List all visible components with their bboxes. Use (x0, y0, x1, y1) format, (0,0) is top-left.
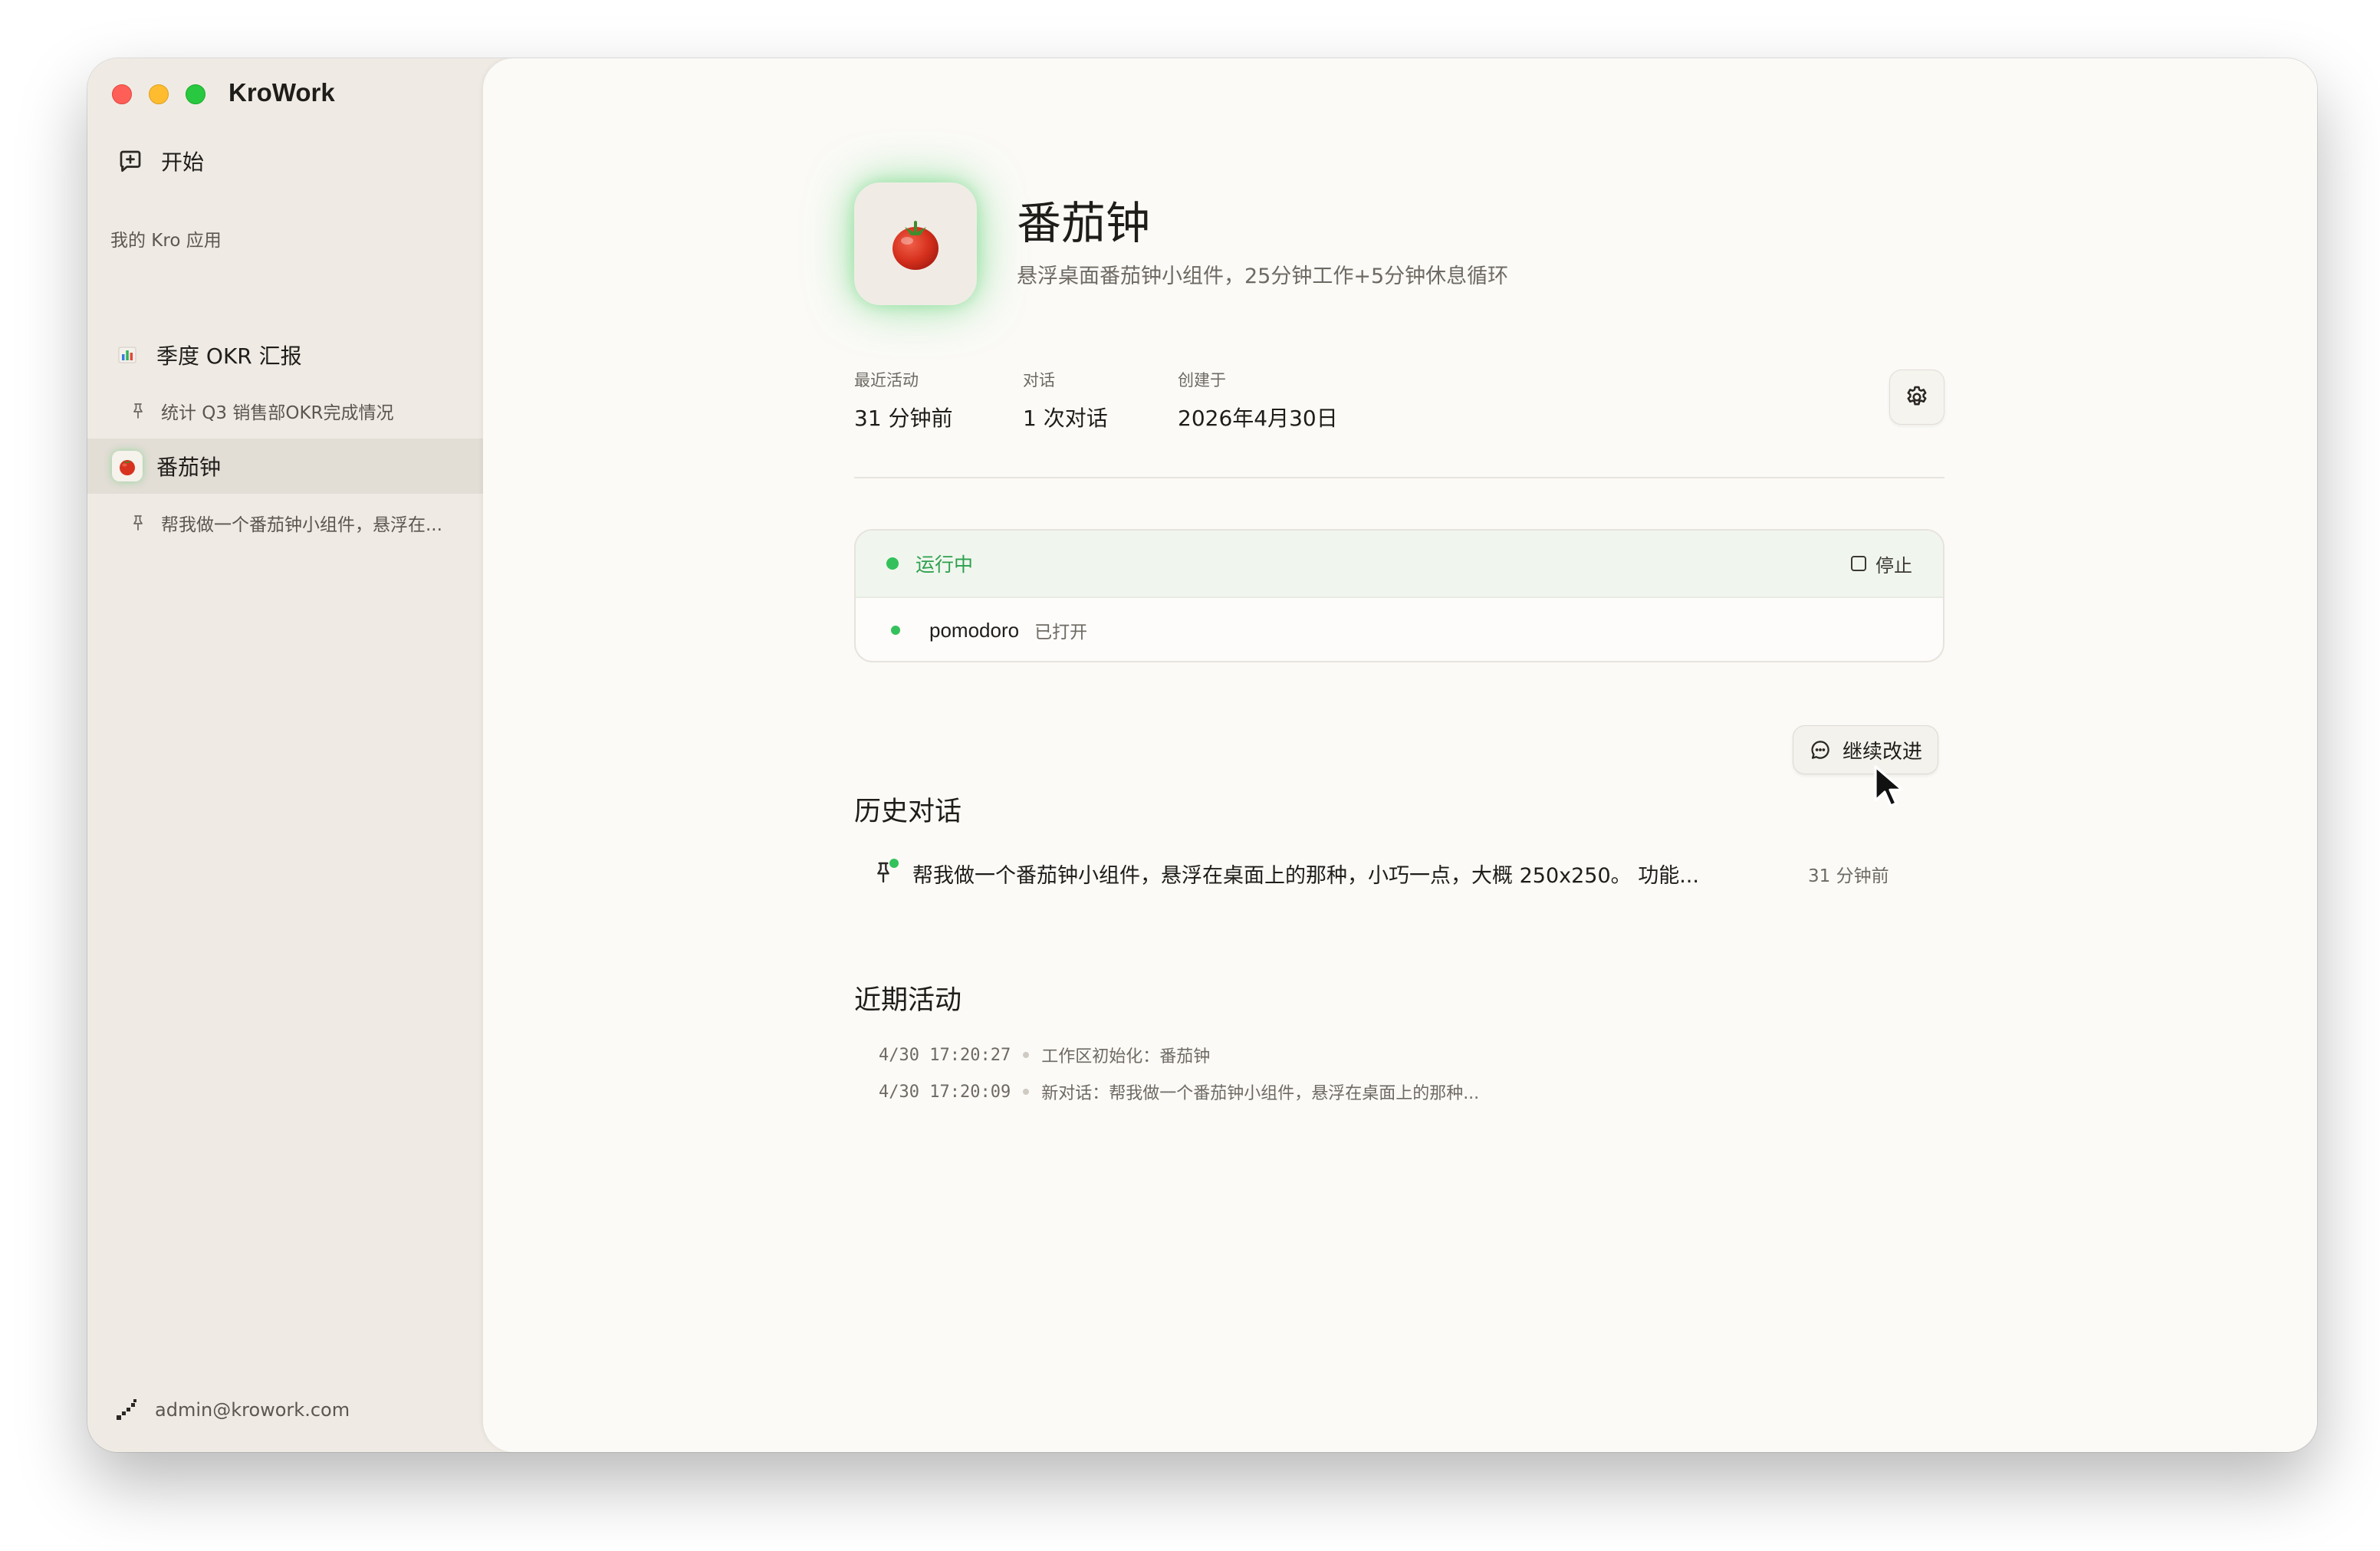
account-button[interactable]: admin@krowork.com (113, 1397, 350, 1423)
pin-icon (133, 515, 143, 531)
stat-value: 1 次对话 (1023, 406, 1108, 431)
page-subtitle: 悬浮桌面番茄钟小组件，25分钟工作+5分钟休息循环 (1017, 265, 1509, 288)
activity-time: 4/30 17:20:27 (879, 1045, 1011, 1065)
continue-improve-button[interactable]: 继续改进 (1793, 725, 1939, 774)
start-label: 开始 (161, 150, 205, 175)
activity-text: 工作区初始化：番茄钟 (1041, 1047, 1211, 1066)
stat-value: 2026年4月30日 (1178, 406, 1338, 431)
stop-button[interactable]: 停止 (1851, 550, 1912, 577)
stat-conversations: 对话 1 次对话 (1023, 368, 1178, 432)
user-logo-icon (117, 1399, 136, 1420)
tomato-icon (112, 451, 143, 481)
divider (854, 477, 1944, 478)
separator-dot-icon (1023, 1089, 1030, 1095)
run-status-label: 运行中 (916, 554, 974, 576)
sidebar-item-pomodoro[interactable]: 番茄钟 (87, 439, 483, 494)
my-apps-heading: 我的 Kro 应用 (110, 231, 222, 251)
stat-label: 最近活动 (854, 371, 919, 389)
activity-item: 4/30 17:20:27 工作区初始化：番茄钟 (879, 1037, 1479, 1073)
pin-icon (133, 403, 143, 419)
pin-icon (871, 858, 899, 888)
sidebar-subitem-label: 统计 Q3 销售部OKR完成情况 (161, 403, 394, 423)
start-button[interactable]: 开始 (117, 146, 204, 176)
app-icon (854, 182, 977, 305)
stat-label: 对话 (1023, 371, 1055, 389)
sidebar-item-label: 番茄钟 (156, 455, 222, 480)
active-dot-icon (889, 858, 899, 868)
activity-heading: 近期活动 (854, 985, 962, 1016)
bar-chart-icon (112, 340, 143, 370)
stop-icon (1851, 556, 1866, 571)
settings-button[interactable] (1889, 370, 1944, 425)
history-item-time: 31 分钟前 (1808, 866, 1889, 886)
stat-created: 创建于 2026年4月30日 (1178, 368, 1338, 432)
page-title: 番茄钟 (1017, 197, 1151, 249)
tomato-icon (893, 221, 939, 270)
stat-value: 31 分钟前 (854, 406, 953, 431)
new-chat-icon (120, 150, 141, 173)
app-title: KroWork (228, 78, 335, 107)
gear-icon (1907, 386, 1927, 406)
process-state: 已打开 (1034, 623, 1088, 642)
activity-text: 新对话：帮我做一个番茄钟小组件，悬浮在桌面上的那种... (1041, 1084, 1480, 1103)
app-window: KroWork 开始 我的 Kro 应用 季度 OKR 汇报 统计 Q3 销售部… (87, 58, 2317, 1452)
stop-label: 停止 (1875, 554, 1912, 577)
maximize-window-button[interactable] (186, 84, 205, 104)
history-item[interactable]: 帮我做一个番茄钟小组件，悬浮在桌面上的那种，小巧一点，大概 250x250。 功… (854, 858, 1944, 889)
close-window-button[interactable] (112, 84, 132, 104)
run-status-header: 运行中 停止 (856, 531, 1943, 598)
activity-item: 4/30 17:20:09 新对话：帮我做一个番茄钟小组件，悬浮在桌面上的那种.… (879, 1073, 1479, 1110)
history-item-text: 帮我做一个番茄钟小组件，悬浮在桌面上的那种，小巧一点，大概 250x250。 功… (912, 864, 1699, 888)
activity-time: 4/30 17:20:09 (879, 1082, 1011, 1102)
window-controls (112, 84, 205, 104)
chat-bubble-icon (1811, 741, 1829, 759)
sidebar-item-okr[interactable]: 季度 OKR 汇报 (87, 327, 483, 383)
process-name: pomodoro (929, 618, 1020, 642)
sidebar: KroWork 开始 我的 Kro 应用 季度 OKR 汇报 统计 Q3 销售部… (87, 58, 483, 1452)
separator-dot-icon (1023, 1052, 1030, 1058)
sidebar-subitem-pomodoro-chat[interactable]: 帮我做一个番茄钟小组件，悬浮在... (129, 500, 442, 546)
running-dot-icon (886, 557, 899, 570)
main-panel: 番茄钟 悬浮桌面番茄钟小组件，25分钟工作+5分钟休息循环 最近活动 31 分钟… (483, 58, 2317, 1452)
mouse-cursor-icon (1874, 765, 1903, 807)
stat-label: 创建于 (1178, 371, 1226, 389)
continue-improve-label: 继续改进 (1843, 740, 1923, 764)
sidebar-item-label: 季度 OKR 汇报 (156, 343, 302, 369)
run-status-card: 运行中 停止 pomodoro 已打开 (854, 529, 1944, 662)
sidebar-subitem-okr-chat[interactable]: 统计 Q3 销售部OKR完成情况 (129, 388, 394, 434)
user-email: admin@krowork.com (155, 1399, 350, 1421)
process-row: pomodoro 已打开 (856, 598, 1943, 661)
stat-last-activity: 最近活动 31 分钟前 (854, 368, 1023, 432)
history-heading: 历史对话 (854, 797, 962, 827)
stats-row: 最近活动 31 分钟前 对话 1 次对话 创建于 2026年4月30日 (854, 368, 1338, 432)
process-dot-icon (891, 626, 900, 635)
sidebar-subitem-label: 帮我做一个番茄钟小组件，悬浮在... (161, 515, 442, 535)
activity-list: 4/30 17:20:27 工作区初始化：番茄钟 4/30 17:20:09 新… (879, 1037, 1479, 1110)
minimize-window-button[interactable] (149, 84, 169, 104)
